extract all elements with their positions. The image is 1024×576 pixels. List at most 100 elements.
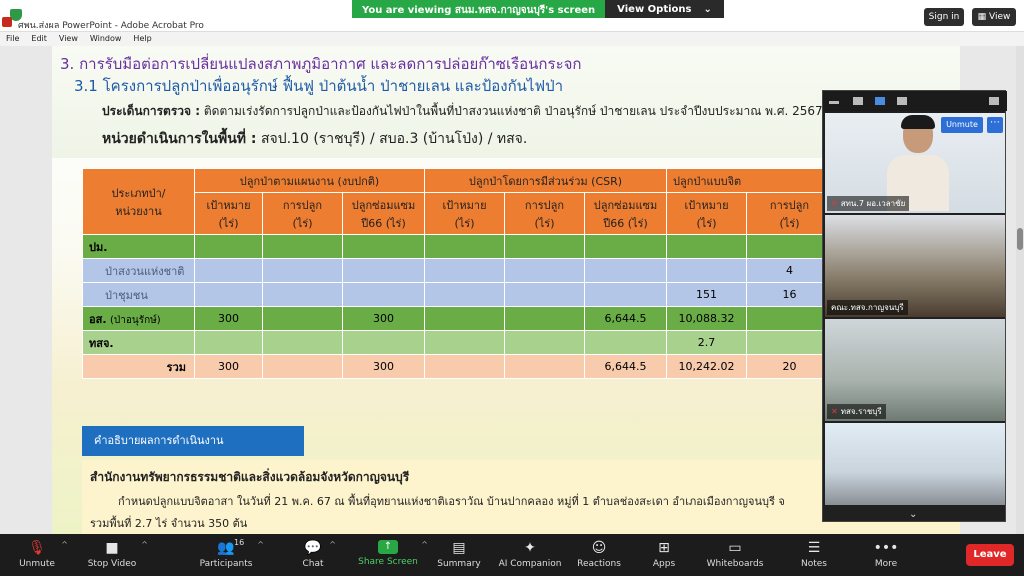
strip-view-icon[interactable] bbox=[875, 97, 885, 105]
description-org: สำนักงานทรัพยากรธรรมชาติและสิ่งแวดล้อมจั… bbox=[90, 470, 410, 484]
gallery-toolbar bbox=[823, 91, 1007, 111]
table-cell bbox=[194, 234, 263, 259]
more-options-button[interactable]: ⋯ bbox=[987, 117, 1003, 133]
summary-button[interactable]: ▤ Summary bbox=[436, 534, 482, 576]
apps-button[interactable]: ⊞ Apps bbox=[648, 534, 680, 576]
ai-icon: ✦ bbox=[524, 540, 536, 556]
unit-text: สจป.10 (ราชบุรี) / สบอ.3 (บ้านโป่ง) / ทส… bbox=[260, 131, 528, 147]
ai-companion-button[interactable]: ✦ AI Companion bbox=[496, 534, 564, 576]
table-cell bbox=[424, 306, 505, 331]
whiteboards-button[interactable]: ▭ Whiteboards bbox=[704, 534, 766, 576]
table-cell: 6,644.5 bbox=[584, 354, 667, 379]
share-screen-button[interactable]: ↑ Share Screen ^ bbox=[356, 534, 428, 576]
viewing-text: You are viewing สนม.ทสจ.กาญจนบุรี's scre… bbox=[352, 0, 606, 18]
view-label: View bbox=[989, 12, 1011, 22]
table-cell bbox=[746, 234, 833, 259]
table-cell bbox=[504, 330, 585, 355]
table-cell: 300 bbox=[194, 354, 263, 379]
more-button[interactable]: ••• More bbox=[870, 534, 902, 576]
apps-icon: ⊞ bbox=[658, 540, 670, 556]
popout-icon[interactable] bbox=[989, 97, 999, 105]
issue-line: ประเด็นการตรวจ : ติดตามเร่งรัดการปลูกป่า… bbox=[102, 102, 834, 121]
unmute-button[interactable]: Unmute bbox=[941, 117, 983, 133]
group-header-plan: ปลูกป่าตามแผนงาน (งบปกติ) bbox=[194, 168, 425, 193]
table-cell bbox=[504, 354, 585, 379]
caret-up-icon[interactable]: ^ bbox=[61, 540, 68, 549]
description-paragraph: กำหนดปลูกแบบจิตอาสา ในวันที่ 21 พ.ค. 67 … bbox=[118, 495, 785, 508]
mic-off-icon: 🎙 bbox=[28, 540, 46, 556]
view-button[interactable]: ▦ View bbox=[972, 8, 1016, 26]
table-cell bbox=[424, 234, 505, 259]
table-cell bbox=[746, 330, 833, 355]
caret-up-icon[interactable]: ^ bbox=[141, 540, 148, 549]
menu-help[interactable]: Help bbox=[133, 32, 151, 46]
title-bar: ศพน.ส่งผล PowerPoint - Adobe Acrobat Pro… bbox=[0, 0, 1024, 32]
reactions-button[interactable]: ☺ Reactions bbox=[576, 534, 622, 576]
table-cell bbox=[584, 282, 667, 307]
gallery-view-icon[interactable] bbox=[897, 97, 907, 105]
menu-edit[interactable]: Edit bbox=[31, 32, 47, 46]
table-cell bbox=[424, 330, 505, 355]
video-tile[interactable]: ✕ ทสจ.ราชบุรี bbox=[825, 319, 1005, 421]
table-cell bbox=[262, 282, 343, 307]
mic-off-icon: ✕ bbox=[831, 199, 838, 208]
video-gallery: Unmute ⋯ ✕ สทน.7 ผอ.เวลาชัย คณะ.ทสจ.กาญจน… bbox=[822, 90, 1007, 522]
mic-off-icon: ✕ bbox=[831, 407, 838, 416]
sign-in-button[interactable]: Sign in bbox=[924, 8, 964, 26]
vertical-scrollbar[interactable] bbox=[1016, 46, 1024, 534]
more-icon: ••• bbox=[873, 540, 899, 556]
forest-table: ประเภทป่า/หน่วยงาน ปลูกป่าตามแผนงาน (งบป… bbox=[82, 168, 833, 379]
row-label: ทสจ. bbox=[82, 330, 195, 355]
table-cell: 16 bbox=[746, 282, 833, 307]
participant-count: 16 bbox=[234, 538, 245, 547]
caret-up-icon[interactable]: ^ bbox=[421, 540, 428, 549]
sub-header: การปลูก (ไร่) bbox=[746, 192, 833, 235]
sub-header: เป้าหมาย (ไร่) bbox=[194, 192, 263, 235]
table-row: ป่าชุมชน 151 16 bbox=[82, 282, 833, 307]
video-tile[interactable]: คณะ.ทสจ.กาญจนบุรี bbox=[825, 215, 1005, 317]
minimize-icon[interactable] bbox=[829, 101, 839, 104]
table-cell: 20 bbox=[746, 354, 833, 379]
table-cell bbox=[342, 330, 425, 355]
menu-file[interactable]: File bbox=[6, 32, 19, 46]
chat-button[interactable]: 💬 Chat ^ bbox=[298, 534, 336, 576]
table-cell bbox=[666, 258, 747, 283]
caret-up-icon[interactable]: ^ bbox=[329, 540, 336, 549]
unmute-toolbar-button[interactable]: 🎙 Unmute ^ bbox=[14, 534, 68, 576]
toolbar-label: AI Companion bbox=[498, 559, 562, 569]
table-cell bbox=[262, 330, 343, 355]
menu-window[interactable]: Window bbox=[90, 32, 122, 46]
scrollbar-thumb[interactable] bbox=[1017, 228, 1023, 250]
table-cell bbox=[262, 306, 343, 331]
menu-view[interactable]: View bbox=[59, 32, 78, 46]
chevron-down-icon[interactable]: ⌄ bbox=[909, 509, 917, 520]
table-row: ปม. bbox=[82, 234, 833, 259]
participant-name: ✕ สทน.7 ผอ.เวลาชัย bbox=[827, 196, 910, 211]
chevron-down-icon: ⌄ bbox=[703, 3, 712, 15]
caret-up-icon[interactable]: ^ bbox=[257, 540, 264, 549]
video-tile[interactable]: Unmute ⋯ ✕ สทน.7 ผอ.เวลาชัย bbox=[825, 113, 1005, 213]
video-tile[interactable] bbox=[825, 423, 1005, 505]
table-cell bbox=[584, 258, 667, 283]
notes-button[interactable]: ☰ Notes bbox=[798, 534, 830, 576]
table-row: อส. (ป่าอนุรักษ์) 300 300 6,644.5 10,088.32 bbox=[82, 306, 833, 331]
participants-button[interactable]: 👥 16 Participants ^ bbox=[196, 534, 264, 576]
toolbar-label: Apps bbox=[652, 559, 676, 569]
table-row: ทสจ. 2.7 bbox=[82, 330, 833, 355]
unit-line: หน่วยดำเนินการในพื้นที่ : สจป.10 (ราชบุร… bbox=[102, 128, 527, 150]
chat-icon: 💬 bbox=[304, 540, 322, 556]
table-cell: 300 bbox=[342, 354, 425, 379]
stop-video-button[interactable]: ■ Stop Video ^ bbox=[84, 534, 148, 576]
table-cell bbox=[342, 282, 425, 307]
view-options-label: View Options bbox=[617, 3, 692, 15]
speaker-view-icon[interactable] bbox=[853, 97, 863, 105]
table-cell: 151 bbox=[666, 282, 747, 307]
table-cell bbox=[746, 306, 833, 331]
slide-heading-1: 3. การรับมือต่อการเปลี่ยนแปลงสภาพภูมิอาก… bbox=[60, 55, 582, 73]
corner-header: ประเภทป่า/หน่วยงาน bbox=[82, 168, 195, 235]
table-row: ป่าสงวนแห่งชาติ 4 bbox=[82, 258, 833, 283]
issue-text: ติดตามเร่งรัดการปลูกป่าและป้องกันไฟป่าใน… bbox=[203, 104, 835, 118]
view-options-button[interactable]: View Options ⌄ bbox=[605, 0, 724, 18]
toolbar-label: Unmute bbox=[19, 559, 55, 569]
leave-button[interactable]: Leave bbox=[966, 544, 1014, 566]
